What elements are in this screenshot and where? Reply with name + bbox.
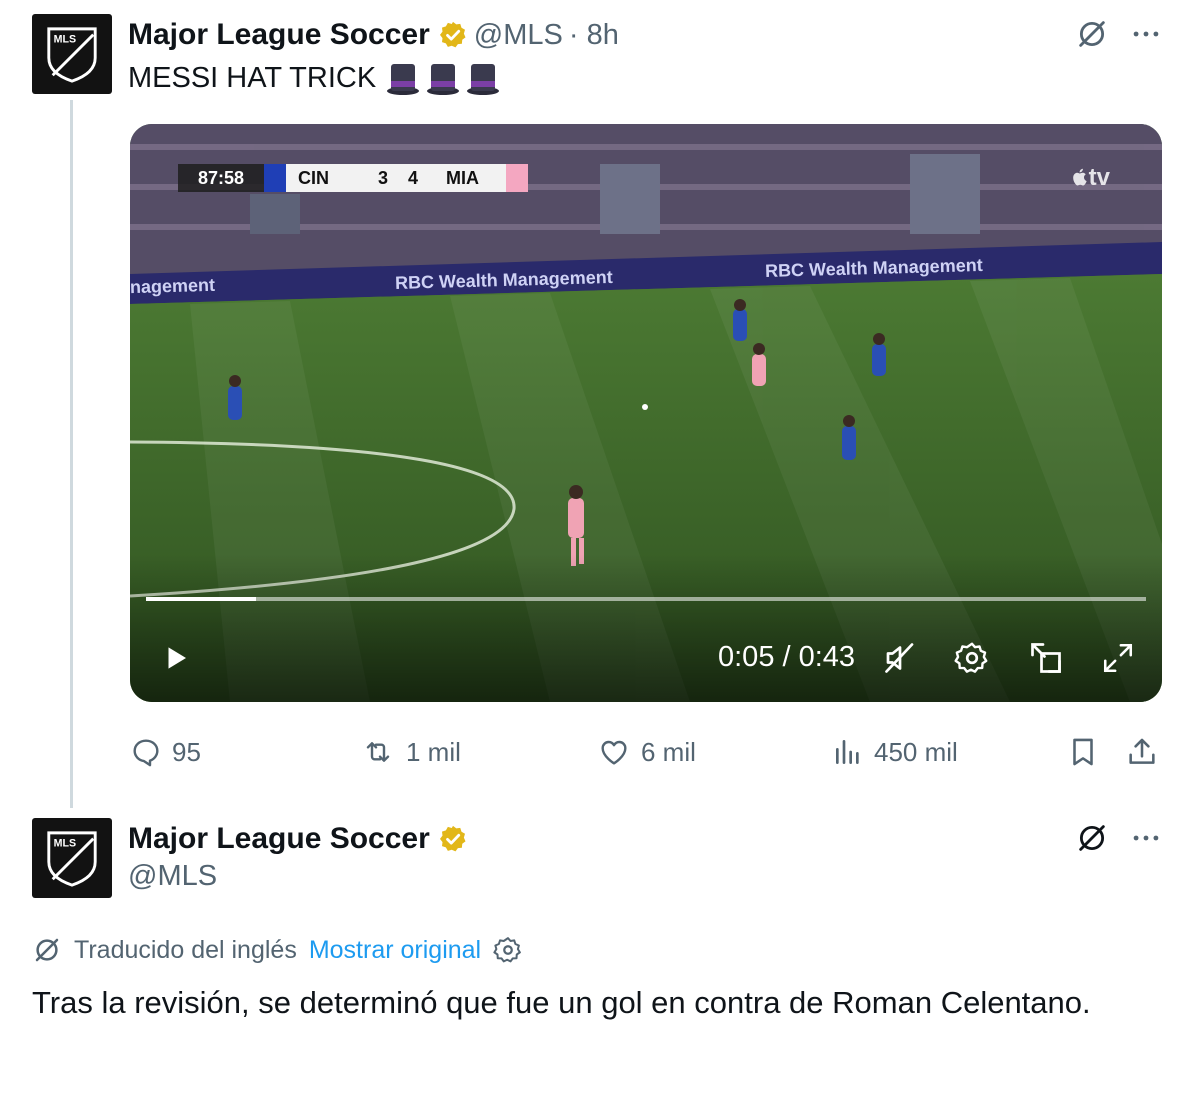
like-button[interactable]: 6 mil xyxy=(597,728,696,776)
heart-icon xyxy=(601,740,627,765)
away-team: MIA xyxy=(446,167,479,188)
thread-connector xyxy=(70,100,73,808)
reply-count: 95 xyxy=(172,736,201,767)
author-name[interactable]: Major League Soccer xyxy=(128,18,430,52)
svg-text:MLS: MLS xyxy=(54,33,76,45)
settings-icon[interactable] xyxy=(950,636,994,680)
broadcaster-text: tv xyxy=(1088,164,1110,191)
mls-logo-icon: MLS xyxy=(47,27,97,83)
bookmark-button[interactable] xyxy=(1066,728,1110,776)
grok-translate-icon xyxy=(35,938,59,962)
repost-icon xyxy=(366,742,390,762)
top-hat-emoji-icon xyxy=(427,64,460,95)
repost-count: 1 mil xyxy=(406,736,461,767)
translation-label: Traducido del inglés xyxy=(74,935,297,964)
view-count: 450 mil xyxy=(874,736,958,767)
more-options-icon[interactable] xyxy=(1124,816,1168,860)
mls-avatar[interactable]: MLS xyxy=(32,14,112,94)
verified-badge-icon[interactable] xyxy=(438,824,468,854)
reply-button[interactable]: 95 xyxy=(130,728,201,776)
repost-button[interactable]: 1 mil xyxy=(360,728,461,776)
share-button[interactable] xyxy=(1124,728,1170,776)
svg-text:MLS: MLS xyxy=(54,837,76,849)
more-options-icon[interactable] xyxy=(1124,12,1168,56)
top-hat-emoji-icon xyxy=(387,64,420,95)
mls-avatar[interactable]: MLS xyxy=(32,818,112,898)
tweet-text: MESSI HAT TRICK xyxy=(128,60,500,96)
grok-icon[interactable] xyxy=(1070,816,1114,860)
translation-settings-icon[interactable] xyxy=(493,935,523,965)
video-frame xyxy=(130,124,1162,702)
tweet-header: Major League Soccer @MLS · 8h xyxy=(128,14,619,56)
translation-bar: Traducido del inglés Mostrar original xyxy=(32,930,523,970)
video-time: 0:05 / 0:43 xyxy=(718,641,856,673)
mute-icon[interactable] xyxy=(878,636,922,680)
tweet-header: Major League Soccer xyxy=(128,818,474,860)
author-handle[interactable]: @MLS xyxy=(474,19,563,52)
home-team-color xyxy=(264,164,286,192)
away-score: 4 xyxy=(407,167,418,188)
bookmark-icon xyxy=(1073,738,1093,766)
fullscreen-icon[interactable] xyxy=(1096,636,1140,680)
author-handle[interactable]: @MLS xyxy=(128,860,217,893)
scorebug: 87:58 CIN 3 4 MIA xyxy=(178,164,528,192)
tweet-actions: 95 1 mil 6 mil 450 mil xyxy=(0,728,1200,776)
home-team: CIN xyxy=(298,167,329,188)
timeline: MLS Major League Soccer @MLS · 8h MESSI … xyxy=(0,0,1200,1105)
video-progress-fill xyxy=(146,597,256,601)
play-icon[interactable] xyxy=(154,636,198,680)
verified-badge-icon[interactable] xyxy=(438,20,468,50)
video-progress-bar[interactable] xyxy=(146,597,1146,601)
home-score: 3 xyxy=(377,167,388,188)
grok-icon[interactable] xyxy=(1070,12,1114,56)
like-count: 6 mil xyxy=(641,736,696,767)
match-clock: 87:58 xyxy=(178,164,264,192)
views-button[interactable]: 450 mil xyxy=(832,728,958,776)
away-team-color xyxy=(506,164,528,192)
tweet-text-content: MESSI HAT TRICK xyxy=(128,61,377,94)
broadcaster-logo: tv xyxy=(1071,164,1110,192)
share-icon xyxy=(1129,738,1155,764)
apple-logo-icon xyxy=(1072,168,1087,186)
mls-logo-icon: MLS xyxy=(47,831,97,887)
top-hat-emoji-icon xyxy=(467,64,500,95)
author-name[interactable]: Major League Soccer xyxy=(128,822,430,856)
show-original-link[interactable]: Mostrar original xyxy=(309,936,481,965)
video-player[interactable]: nagement RBC Wealth Management RBC Wealt… xyxy=(130,124,1162,702)
reply-icon xyxy=(133,739,159,767)
tweet-text: Tras la revisión, se determinó que fue u… xyxy=(32,985,1091,1020)
analytics-icon xyxy=(836,740,859,764)
ad-board-partial: nagement xyxy=(130,274,216,298)
picture-in-picture-icon[interactable] xyxy=(1024,636,1068,680)
score-panel: CIN 3 4 MIA xyxy=(286,164,506,192)
tweet-timestamp[interactable]: · 8h xyxy=(569,19,619,52)
